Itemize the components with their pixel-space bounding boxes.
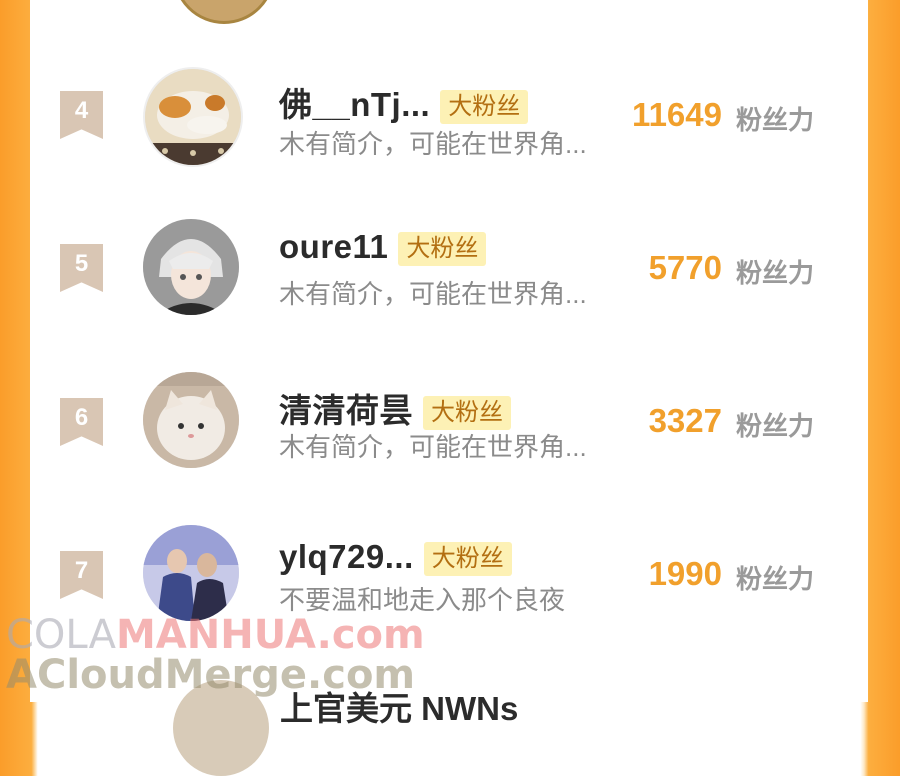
fan-power-unit: 粉丝力 — [736, 258, 815, 288]
ranking-row[interactable]: 6 清清荷昙 大粉丝 木有简介，可能在世界角... 3327 粉丝力 — [30, 350, 868, 500]
fan-power-score: 11649 — [632, 96, 722, 133]
rank-badge: 6 — [60, 398, 103, 446]
user-avatar[interactable] — [143, 372, 239, 468]
anime-boy-avatar-icon — [143, 219, 239, 315]
watermark-acloudmerge: ACloudMerge.com — [6, 652, 416, 698]
user-name-text: ylq729... — [279, 538, 414, 575]
user-name[interactable]: 佛__nTj... 大粉丝 — [279, 78, 529, 126]
previous-row-avatar[interactable] — [173, 0, 275, 24]
fan-power-unit: 粉丝力 — [736, 105, 815, 135]
user-name[interactable]: oure11 大粉丝 — [279, 228, 487, 267]
user-name-text: 清清荷昙 — [279, 392, 413, 429]
big-fan-badge: 大粉丝 — [423, 396, 511, 431]
fan-ranking-panel: 4 佛__nTj... 大粉丝 木有简介，可能在世界角... 11649 粉丝力 … — [30, 0, 868, 776]
user-bio: 木有简介，可能在世界角... — [279, 279, 587, 309]
user-name-text: oure11 — [279, 228, 389, 265]
rank-badge: 5 — [60, 244, 103, 292]
cat-sleeping-avatar-icon — [145, 69, 241, 165]
photo-people-avatar-icon — [143, 525, 239, 621]
ranking-row[interactable]: 4 佛__nTj... 大粉丝 木有简介，可能在世界角... 11649 粉丝力 — [30, 40, 868, 190]
fan-power-unit: 粉丝力 — [736, 411, 815, 441]
rank-badge: 7 — [60, 551, 103, 599]
fan-power-score: 3327 — [648, 402, 722, 439]
user-bio: 木有简介，可能在世界角... — [279, 432, 587, 462]
big-fan-badge: 大粉丝 — [423, 542, 512, 577]
fan-power-score: 5770 — [648, 249, 722, 286]
ranking-row[interactable]: 5 oure11 大粉丝 木有简介，可能在世界角... 5770 粉丝力 — [30, 195, 868, 345]
user-avatar[interactable] — [143, 67, 243, 167]
user-name-text: 佛__nTj... — [279, 86, 431, 123]
big-fan-badge: 大粉丝 — [440, 90, 529, 125]
user-name[interactable]: 清清荷昙 大粉丝 — [279, 384, 511, 432]
fan-power-score: 1990 — [648, 555, 722, 592]
user-name[interactable]: ylq729... 大粉丝 — [279, 538, 512, 577]
rank-badge: 4 — [60, 91, 103, 139]
fan-power-unit: 粉丝力 — [736, 564, 815, 594]
user-bio: 木有简介，可能在世界角... — [279, 129, 587, 159]
user-avatar[interactable] — [143, 525, 239, 621]
big-fan-badge: 大粉丝 — [398, 232, 487, 267]
user-avatar[interactable] — [143, 219, 239, 315]
white-cat-avatar-icon — [143, 372, 239, 468]
